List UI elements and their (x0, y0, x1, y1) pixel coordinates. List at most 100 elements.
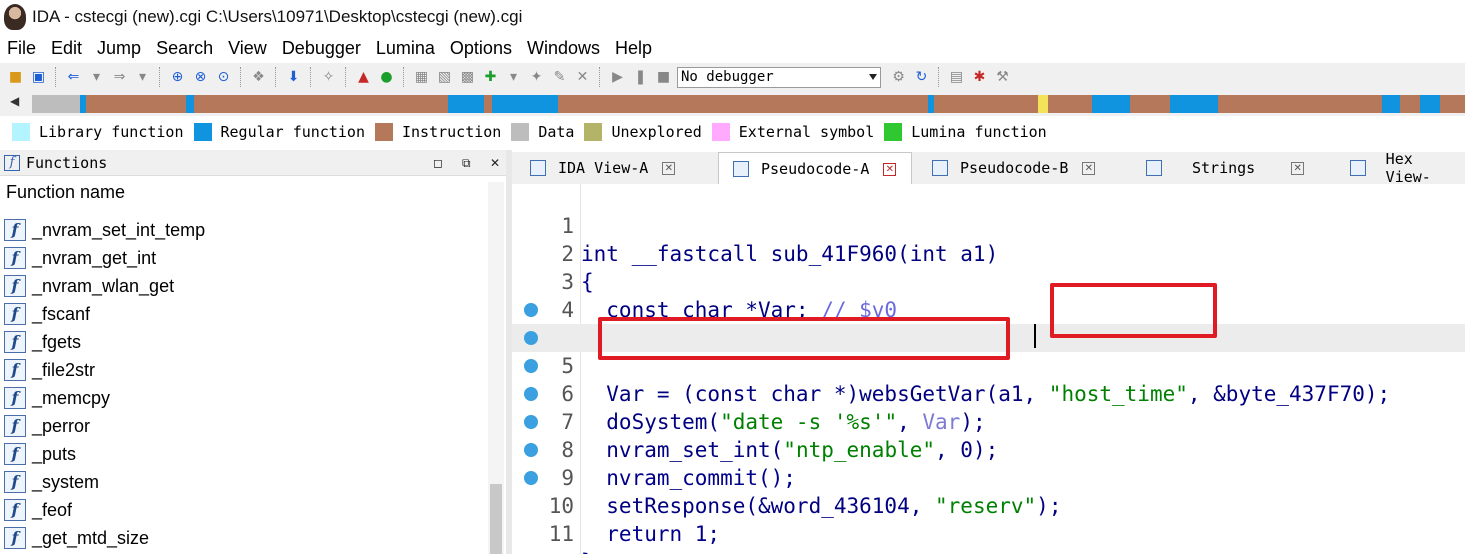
restore-icon[interactable]: ◻ (433, 156, 443, 170)
tab-strings[interactable]: Strings ✕ (1130, 152, 1324, 184)
breakpoint-dot-icon[interactable] (524, 415, 538, 429)
menu-search[interactable]: Search (156, 38, 213, 59)
list-item[interactable]: f _file2str (0, 356, 488, 384)
menu-options[interactable]: Options (450, 38, 512, 59)
sync-icon[interactable]: ↻ (912, 68, 931, 87)
close-icon[interactable]: ✕ (1082, 161, 1096, 175)
breakpoint-dot-icon[interactable] (524, 471, 538, 485)
tools-icon[interactable]: ⚒ (993, 68, 1012, 87)
code-line-3[interactable]: 3 const char *Var; // $v0 (512, 240, 1465, 322)
chevron-left-icon[interactable]: ◀ (10, 94, 19, 108)
list-item[interactable]: f _puts (0, 440, 488, 468)
breakpoint-dot-icon[interactable] (524, 303, 538, 317)
code-line-2[interactable]: 2 { (512, 212, 1465, 294)
legend-label: Instruction (402, 123, 502, 141)
tab-label: IDA View-A (558, 159, 649, 177)
graph-view-icon (530, 160, 546, 176)
settings-icon[interactable]: ▤ (947, 68, 966, 87)
close-icon[interactable]: ✕ (662, 161, 676, 175)
breakpoint-icon[interactable]: ✱ (970, 68, 989, 87)
mark-position-icon[interactable]: ✧ (319, 68, 338, 87)
close-icon[interactable]: ✕ (490, 156, 500, 170)
breakpoint-dot-icon[interactable] (524, 443, 538, 457)
code-line-8[interactable]: 8 nvram_commit(); (512, 380, 1465, 490)
back-arrow-icon[interactable]: ⇐ (64, 68, 83, 87)
pause-icon[interactable]: ❚ (631, 68, 650, 87)
list-item[interactable]: f _nvram_get_int (0, 244, 488, 272)
pseudocode-view[interactable]: 1 int __fastcall sub_41F960(int a1) 2 { … (512, 184, 1465, 554)
close-icon[interactable]: ✕ (883, 162, 897, 176)
function-icon: f (4, 219, 26, 241)
open-file-icon[interactable]: ■ (6, 68, 25, 87)
jump-down-icon[interactable]: ⬇ (284, 68, 303, 87)
struct-icon[interactable]: ▩ (458, 68, 477, 87)
breakpoint-dot-icon[interactable] (524, 331, 538, 345)
navigation-strip[interactable] (32, 95, 1465, 113)
list-item[interactable]: f _feof (0, 496, 488, 524)
chevron-down-icon[interactable]: ▾ (87, 68, 106, 87)
toolbar-separator (159, 67, 161, 87)
close-icon[interactable]: ✕ (573, 68, 592, 87)
breakpoint-dot-icon[interactable] (524, 359, 538, 373)
code-icon[interactable]: ▦ (412, 68, 431, 87)
legend-label: Lumina function (911, 123, 1047, 141)
code-line-9[interactable]: 9 setResponse(&word_436104, "reserv"); (512, 408, 1465, 518)
scrollbar-thumb[interactable] (490, 484, 502, 554)
list-item[interactable]: f _memcpy (0, 384, 488, 412)
immediate-search-icon[interactable]: ⊙ (214, 68, 233, 87)
menu-debugger[interactable]: Debugger (282, 38, 361, 59)
nav-segment-regular (448, 95, 484, 113)
debugger-select[interactable]: No debugger (677, 66, 881, 88)
column-header-function-name[interactable]: Function name (0, 176, 506, 208)
code-line-1[interactable]: 1 int __fastcall sub_41F960(int a1) (512, 184, 1465, 266)
attach-icon[interactable]: ⚙ (889, 68, 908, 87)
text-search-icon[interactable]: ⊗ (191, 68, 210, 87)
tab-pseudocode-b[interactable]: Pseudocode-B ✕ (916, 152, 1116, 184)
menu-help[interactable]: Help (615, 38, 652, 59)
float-icon[interactable]: ⧉ (462, 156, 471, 171)
save-icon[interactable]: ▣ (29, 68, 48, 87)
list-item[interactable]: f _perror (0, 412, 488, 440)
code-line-4[interactable]: 4 (512, 268, 1465, 322)
breakpoint-dot-icon[interactable] (524, 387, 538, 401)
circle-icon[interactable]: ● (377, 68, 396, 87)
nav-segment-instruction (934, 95, 1038, 113)
legend-item-unexplored: Unexplored (584, 123, 702, 141)
navigation-band[interactable]: ◀ (0, 91, 1465, 116)
patch-icon[interactable]: ✦ (527, 68, 546, 87)
tab-hex-view[interactable]: Hex View- (1334, 150, 1465, 186)
add-icon[interactable]: ✚ (481, 68, 500, 87)
list-item[interactable]: f _nvram_set_int_temp (0, 216, 488, 244)
list-item[interactable]: f _fgets (0, 328, 488, 356)
menu-edit[interactable]: Edit (51, 38, 82, 59)
function-icon: f (4, 331, 26, 353)
menu-file[interactable]: File (7, 38, 36, 59)
forward-arrow-icon[interactable]: ⇒ (110, 68, 129, 87)
chevron-down-icon[interactable]: ▾ (504, 68, 523, 87)
function-icon: f (4, 247, 26, 269)
menu-lumina[interactable]: Lumina (376, 38, 435, 59)
run-icon[interactable]: ▶ (608, 68, 627, 87)
list-item[interactable]: f _system (0, 468, 488, 496)
code-line-10[interactable]: 10 return 1; (512, 436, 1465, 546)
menu-windows[interactable]: Windows (527, 38, 600, 59)
list-item[interactable]: f _fscanf (0, 300, 488, 328)
binary-search-icon[interactable]: ⊕ (168, 68, 187, 87)
tab-ida-view-a[interactable]: IDA View-A ✕ (514, 152, 714, 184)
warning-icon[interactable]: ▲ (354, 68, 373, 87)
code-line-11[interactable]: 11 } (512, 464, 1465, 554)
debugger-select-value: No debugger (681, 68, 774, 85)
stop-icon[interactable]: ■ (654, 68, 673, 87)
menu-view[interactable]: View (228, 38, 267, 59)
toolbar-separator (403, 67, 405, 87)
close-icon[interactable]: ✕ (1291, 161, 1305, 175)
data-icon[interactable]: ▧ (435, 68, 454, 87)
chevron-down-icon[interactable]: ▾ (133, 68, 152, 87)
legend: Library function Regular function Instru… (0, 119, 1465, 145)
tab-pseudocode-a[interactable]: Pseudocode-A ✕ (718, 152, 912, 185)
list-item[interactable]: f _nvram_wlan_get (0, 272, 488, 300)
search-next-icon[interactable]: ❖ (249, 68, 268, 87)
menu-jump[interactable]: Jump (97, 38, 141, 59)
list-item[interactable]: f _get_mtd_size (0, 524, 488, 552)
edit-icon[interactable]: ✎ (550, 68, 569, 87)
